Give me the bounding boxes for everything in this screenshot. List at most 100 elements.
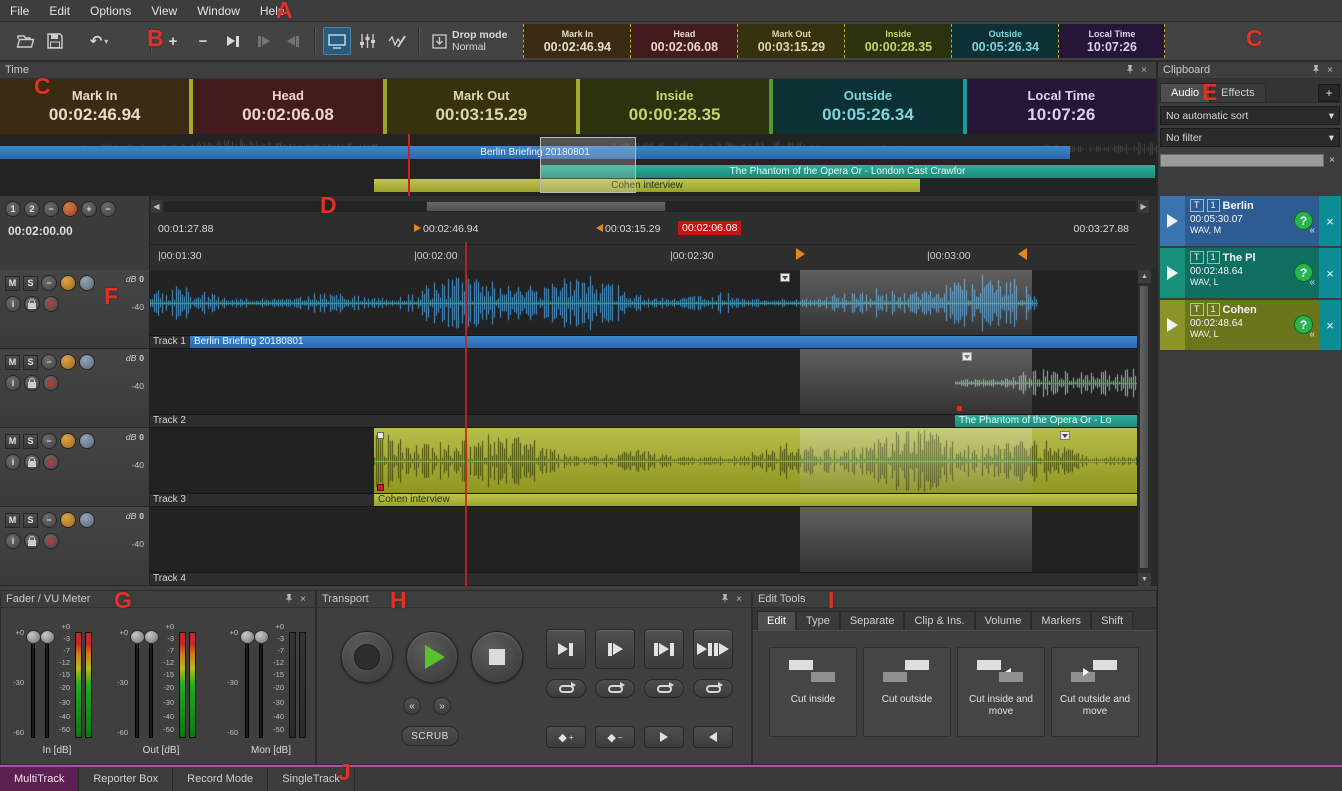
scrub-button[interactable]: SCRUB [401,726,459,746]
clip-marker-icon[interactable] [1060,431,1070,440]
info-button[interactable]: i [5,296,21,312]
project-overview[interactable]: Berlin Briefing 20180801 The Phantom of … [0,134,1157,196]
info-button[interactable]: i [5,533,21,549]
loop-button[interactable] [693,679,733,698]
fader-knob[interactable] [240,630,255,644]
scroll-left-button[interactable]: ◀ [150,199,163,214]
info-button[interactable]: i [5,375,21,391]
play-to-cursor-button[interactable] [546,629,586,669]
lock-button[interactable] [24,375,40,391]
remove-marker-button[interactable]: − [189,27,217,55]
head-position-marker[interactable]: 00:02:06.08 [678,221,741,235]
drop-mode-control[interactable]: Drop modeNormal [432,29,507,53]
monitor-fader[interactable] [259,632,263,738]
tab-shift[interactable]: Shift [1091,611,1133,630]
clip-fade-handle[interactable] [377,484,384,491]
track-3-lane[interactable] [150,428,1137,494]
waveform-edit-button[interactable] [383,27,411,55]
fader-knob[interactable] [130,630,145,644]
sort-dropdown[interactable]: No automatic sort ▾ [1160,106,1340,125]
pin-icon[interactable] [1309,64,1323,77]
playhead-cursor[interactable] [465,242,467,586]
add-tab-button[interactable]: + [1318,84,1340,102]
delete-marker-button[interactable]: ◆− [595,726,635,748]
monitor-fader[interactable] [245,632,249,738]
mute-button[interactable]: M [5,434,20,449]
record-arm-button[interactable] [43,375,59,391]
tab-separate[interactable]: Separate [840,611,905,630]
mixer-button[interactable] [353,27,381,55]
track-2-lane[interactable] [150,349,1137,415]
workspace-tab-reporter-box[interactable]: Reporter Box [79,767,173,791]
meter-mode-icon[interactable] [60,433,76,449]
cut-outside-and-move-button[interactable]: Cut outside and move [1051,647,1139,737]
nudge-left-button[interactable] [249,27,277,55]
minimize-button[interactable]: − [41,433,57,449]
clipboard-search-input[interactable] [1160,154,1324,167]
output-fader[interactable] [135,632,139,738]
lock-button[interactable] [24,296,40,312]
meter-mode-icon[interactable] [60,275,76,291]
minimize-button[interactable]: − [41,275,57,291]
forward-button[interactable]: » [433,697,451,715]
menu-file[interactable]: File [0,4,39,18]
info-button[interactable]: i [5,454,21,470]
close-icon[interactable]: × [1323,64,1337,77]
mute-button[interactable]: M [5,513,20,528]
zoom-out-button[interactable]: − [43,201,59,217]
close-icon[interactable]: × [1137,64,1151,77]
save-button[interactable] [41,27,69,55]
loop-button[interactable] [546,679,586,698]
nudge-right-button[interactable] [279,27,307,55]
open-button[interactable] [11,27,39,55]
workspace-tab-record-mode[interactable]: Record Mode [173,767,268,791]
clipboard-item-cohen[interactable]: T 1 Cohen 00:02:48.64 WAV, L« ? × [1160,300,1341,350]
close-icon[interactable]: × [296,593,310,606]
scrollbar-thumb[interactable] [426,201,666,212]
meter-mode-icon[interactable] [60,512,76,528]
record-arm-button[interactable] [43,533,59,549]
range-marker-button[interactable] [62,201,78,217]
menu-options[interactable]: Options [80,4,141,18]
remove-clip-button[interactable]: × [1319,196,1341,246]
mark-in-marker[interactable]: 00:02:46.94 [414,223,478,235]
clipboard-item-berlin[interactable]: T 1 Berlin 00:05:30.07 WAV, M« ? × [1160,196,1341,246]
scroll-right-button[interactable]: ▶ [1137,199,1150,214]
zoom-preset-1-button[interactable]: 1 [5,201,21,217]
track-name[interactable]: Track 3 [153,494,186,506]
solo-button[interactable]: S [23,434,38,449]
horizontal-scrollbar[interactable]: ◀ ▶ [150,199,1150,215]
record-arm-button[interactable] [43,296,59,312]
fader-knob[interactable] [26,630,41,644]
snap-to-cursor-button[interactable] [219,27,247,55]
track-1-lane[interactable] [150,270,1137,336]
zoom-in-button[interactable]: + [81,201,97,217]
clear-search-icon[interactable]: × [1324,153,1340,168]
help-badge[interactable]: ? [1294,263,1313,282]
help-badge[interactable]: ? [1294,315,1313,334]
solo-button[interactable]: S [23,355,38,370]
input-fader[interactable] [31,632,35,738]
meter-icon[interactable] [79,275,95,291]
play-from-cursor-button[interactable] [595,629,635,669]
vertical-scrollbar[interactable]: ▲ ▼ [1137,270,1150,586]
zoom-preset-2-button[interactable]: 2 [24,201,40,217]
overview-clip-cohen[interactable]: Cohen interview [374,179,920,192]
scroll-up-button[interactable]: ▲ [1138,270,1151,283]
overview-viewport[interactable] [540,137,636,193]
input-fader[interactable] [45,632,49,738]
filter-dropdown[interactable]: No filter ▾ [1160,128,1340,147]
overview-clip-berlin[interactable]: Berlin Briefing 20180801 [0,146,1070,159]
meter-icon[interactable] [79,354,95,370]
cut-inside-and-move-button[interactable]: Cut inside and move [957,647,1045,737]
scroll-down-button[interactable]: ▼ [1138,573,1151,586]
next-marker-button[interactable] [644,726,684,748]
clip-marker-icon[interactable] [780,273,790,282]
track-name[interactable]: Track 1 [153,336,186,348]
play-selection-button[interactable] [644,629,684,669]
workspace-tab-multitrack[interactable]: MultiTrack [0,767,79,791]
previous-marker-button[interactable] [693,726,733,748]
scrollbar-track[interactable] [164,201,1136,212]
tab-markers[interactable]: Markers [1031,611,1091,630]
menu-window[interactable]: Window [187,4,250,18]
